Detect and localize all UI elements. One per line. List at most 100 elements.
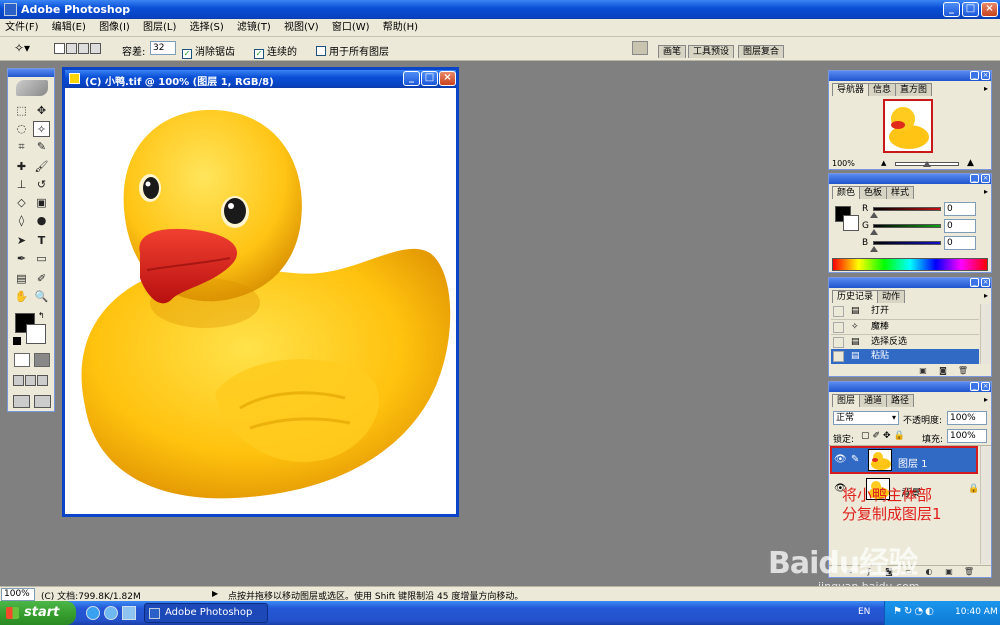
channel-r-slider[interactable] [873, 207, 941, 211]
panel-menu-icon[interactable]: ▸ [984, 291, 988, 300]
delete-layer-icon[interactable]: 🗑 [963, 567, 975, 577]
blur-tool-icon[interactable]: ◊ [13, 213, 30, 229]
menu-window[interactable]: 窗口(W) [327, 19, 375, 37]
slice-tool-icon[interactable]: ✎ [33, 139, 50, 155]
navigator-zoom-field[interactable]: 100% [830, 159, 866, 170]
shape-tool-icon[interactable]: ▭ [33, 251, 50, 267]
zoom-tool-icon[interactable]: 🔍 [33, 289, 50, 305]
file-browser-icon[interactable] [632, 41, 648, 55]
language-indicator[interactable]: EN [858, 607, 870, 617]
quickmask-mode-icon[interactable] [34, 353, 50, 367]
stamp-tool-icon[interactable]: ⊥ [13, 177, 30, 193]
history-item[interactable]: ▤ 打开 [831, 304, 979, 319]
notes-tool-icon[interactable]: ▤ [13, 271, 30, 287]
eraser-tool-icon[interactable]: ◇ [13, 195, 30, 211]
panel-menu-icon[interactable]: ▸ [984, 395, 988, 404]
tab-layer-comps[interactable]: 图层复合 [738, 45, 785, 58]
imageready-jump-icon[interactable] [13, 395, 30, 408]
document-canvas[interactable] [65, 88, 456, 514]
move-tool-icon[interactable]: ✥ [33, 103, 50, 119]
history-item-selected[interactable]: ▤ 粘贴 [831, 349, 979, 364]
new-snapshot-icon[interactable]: ◙ [937, 366, 949, 376]
gradient-tool-icon[interactable]: ▣ [33, 195, 50, 211]
dodge-tool-icon[interactable]: ● [33, 213, 50, 229]
menu-image[interactable]: 图像(I) [94, 19, 135, 37]
pen-tool-icon[interactable]: ✒ [13, 251, 30, 267]
feather-logo-icon[interactable] [16, 80, 48, 96]
desktop-quicklaunch-icon[interactable] [122, 606, 136, 620]
panel-minimize-icon[interactable]: _ [970, 278, 979, 287]
panel-close-icon[interactable]: × [981, 382, 990, 391]
channel-r-handle-icon[interactable] [870, 212, 878, 218]
doc-maximize-button[interactable]: □ [421, 71, 438, 86]
ie-quicklaunch-icon[interactable] [86, 606, 100, 620]
channel-b-slider[interactable] [873, 241, 941, 245]
start-button[interactable]: start [0, 601, 76, 625]
tab-actions[interactable]: 动作 [877, 290, 906, 303]
eyedropper-tool-icon[interactable]: ✐ [33, 271, 50, 287]
channel-b-handle-icon[interactable] [870, 246, 878, 252]
healing-tool-icon[interactable]: ✚ [13, 159, 30, 175]
brush-tool-icon[interactable]: 🖌 [33, 159, 50, 175]
close-button[interactable]: × [981, 2, 998, 17]
history-scrollbar[interactable] [980, 304, 990, 364]
doc-minimize-button[interactable]: _ [403, 71, 420, 86]
swap-colors-icon[interactable]: ↰ [38, 311, 45, 320]
tolerance-input[interactable]: 32 [150, 41, 176, 55]
color-bg-swatch[interactable] [843, 215, 859, 231]
doc-close-button[interactable]: × [439, 71, 456, 86]
channel-b-input[interactable]: 0 [944, 236, 976, 250]
selection-mode-icons[interactable] [54, 43, 106, 55]
crop-tool-icon[interactable]: ⌗ [13, 139, 30, 155]
visibility-eye-icon[interactable]: 👁 [834, 454, 847, 465]
minimize-button[interactable]: _ [943, 2, 960, 17]
panel-close-icon[interactable]: × [981, 71, 990, 80]
tab-navigator[interactable]: 导航器 [832, 83, 870, 96]
type-tool-icon[interactable]: T [33, 233, 50, 249]
marquee-tool-icon[interactable]: ⬚ [13, 103, 30, 119]
standard-mode-icon[interactable] [14, 353, 30, 367]
channel-g-handle-icon[interactable] [870, 229, 878, 235]
tab-info[interactable]: 信息 [868, 83, 897, 96]
tray-icons[interactable]: ⚑↻◔◐ [893, 606, 936, 617]
menu-layer[interactable]: 图层(L) [138, 19, 181, 37]
magic-wand-preset-icon[interactable]: ✧▾ [14, 41, 30, 55]
menu-file[interactable]: 文件(F) [0, 19, 44, 37]
channel-g-slider[interactable] [873, 224, 941, 228]
brush-link-icon[interactable]: ✎ [851, 454, 859, 465]
antialias-checkbox[interactable]: ✓ 消除锯齿 [182, 43, 235, 59]
edit-in-imageready-icon[interactable] [34, 395, 51, 408]
history-item[interactable]: ▤ 选择反选 [831, 334, 979, 349]
tab-history[interactable]: 历史记录 [832, 290, 879, 303]
tab-paths[interactable]: 路径 [886, 394, 915, 407]
menu-view[interactable]: 视图(V) [279, 19, 324, 37]
layers-scrollbar[interactable] [980, 446, 990, 564]
tab-layers[interactable]: 图层 [832, 394, 861, 407]
history-item[interactable]: ✧ 魔棒 [831, 319, 979, 334]
panel-minimize-icon[interactable]: _ [970, 71, 979, 80]
all-layers-checkbox[interactable]: 用于所有图层 [316, 43, 389, 58]
zoom-slider-handle-icon[interactable] [923, 161, 931, 167]
contiguous-checkbox[interactable]: ✓ 连续的 [254, 43, 297, 59]
explorer-quicklaunch-icon[interactable] [104, 606, 118, 620]
history-brush-tool-icon[interactable]: ↺ [33, 177, 50, 193]
channel-g-input[interactable]: 0 [944, 219, 976, 233]
tab-channels[interactable]: 通道 [859, 394, 888, 407]
delete-state-icon[interactable]: 🗑 [957, 366, 969, 376]
navigator-thumbnail[interactable] [883, 99, 933, 153]
menu-select[interactable]: 选择(S) [185, 19, 229, 37]
status-zoom-field[interactable]: 100% [1, 588, 35, 601]
tab-histogram[interactable]: 直方图 [895, 83, 933, 96]
zoom-out-icon[interactable]: ▲ [881, 159, 886, 167]
lasso-tool-icon[interactable]: ◌ [13, 121, 30, 137]
tab-color[interactable]: 颜色 [832, 186, 861, 199]
background-color-swatch[interactable] [26, 324, 46, 344]
screen-mode-icons[interactable] [13, 375, 51, 387]
panel-minimize-icon[interactable]: _ [970, 382, 979, 391]
menu-filter[interactable]: 滤镜(T) [232, 19, 276, 37]
status-arrow-icon[interactable]: ▶ [212, 589, 218, 598]
tab-swatches[interactable]: 色板 [859, 186, 888, 199]
menu-help[interactable]: 帮助(H) [378, 19, 423, 37]
panel-menu-icon[interactable]: ▸ [984, 84, 988, 93]
menu-edit[interactable]: 编辑(E) [47, 19, 91, 37]
